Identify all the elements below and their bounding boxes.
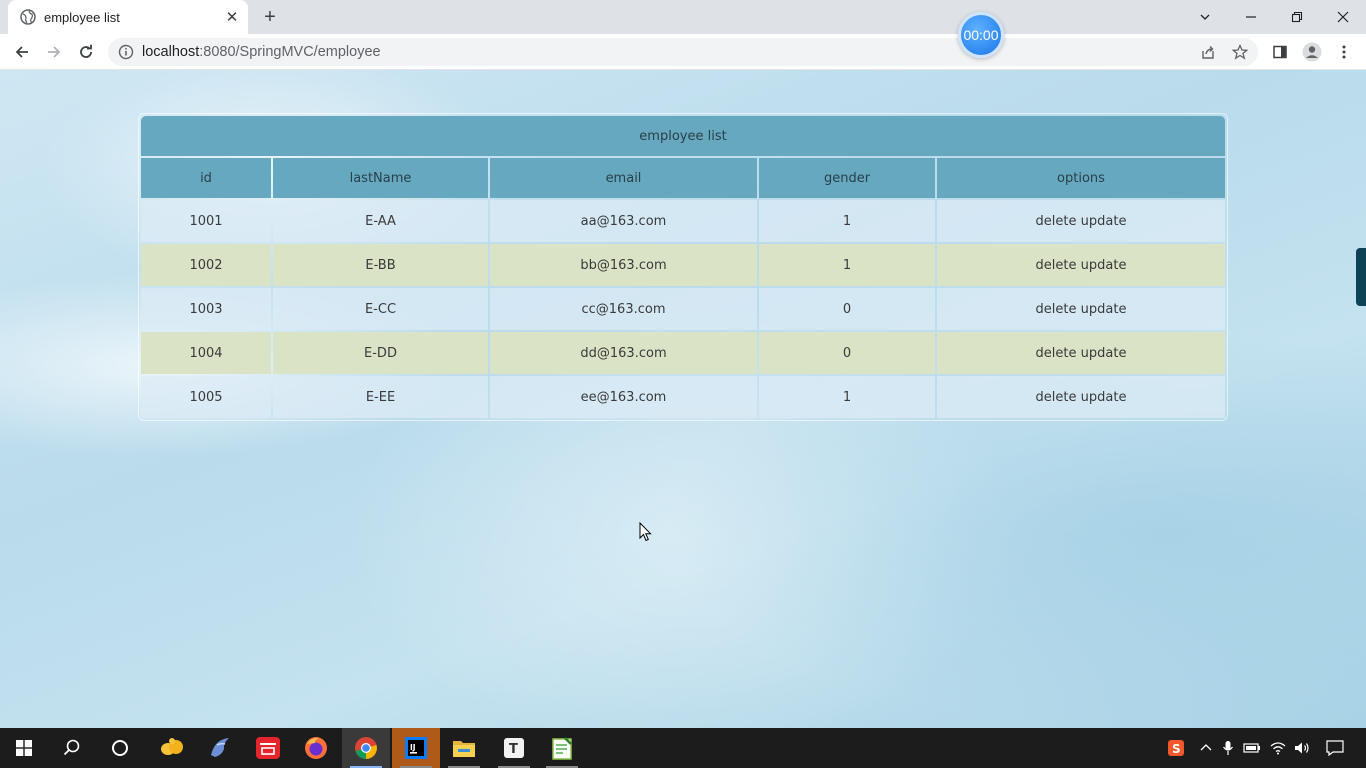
chrome-icon[interactable] — [342, 728, 390, 768]
search-icon[interactable] — [48, 728, 96, 768]
table-row: 1003 E-CC cc@163.com 0 delete update — [141, 288, 1225, 330]
table-row: 1004 E-DD dd@163.com 0 delete update — [141, 332, 1225, 374]
address-bar[interactable]: localhost:8080/SpringMVC/employee — [108, 38, 1258, 66]
side-panel-icon[interactable] — [1268, 40, 1292, 64]
arrow-left-icon — [15, 46, 28, 58]
baidu-netdisk-icon[interactable] — [148, 728, 196, 768]
sogou-input-icon[interactable]: S — [1164, 728, 1188, 768]
cortana-icon[interactable] — [96, 728, 144, 768]
back-button[interactable] — [10, 40, 34, 64]
cell-id: 1005 — [141, 376, 271, 418]
notepad-plus-icon[interactable] — [538, 728, 586, 768]
mouse-cursor-icon — [639, 522, 652, 542]
battery-icon[interactable] — [1240, 728, 1264, 768]
cell-lastname: E-BB — [273, 244, 488, 286]
file-explorer-icon[interactable] — [440, 728, 488, 768]
cell-id: 1001 — [141, 200, 271, 242]
tab-close-icon[interactable]: ✕ — [222, 7, 242, 27]
scrollbar-thumb[interactable] — [1356, 248, 1366, 306]
cell-lastname: E-DD — [273, 332, 488, 374]
cell-email: ee@163.com — [490, 376, 757, 418]
page-content: employee list id lastName email gender o… — [0, 70, 1366, 728]
typora-icon[interactable]: T — [490, 728, 538, 768]
microphone-icon[interactable] — [1216, 728, 1240, 768]
tab-strip: employee list ✕ + — [0, 0, 1366, 34]
column-header-id: id — [141, 158, 271, 198]
table-row: 1005 E-EE ee@163.com 1 delete update — [141, 376, 1225, 418]
cell-email: dd@163.com — [490, 332, 757, 374]
cell-lastname: E-EE — [273, 376, 488, 418]
employee-table: employee list id lastName email gender o… — [138, 113, 1228, 421]
svg-text:IJ: IJ — [410, 743, 416, 752]
browser-tab[interactable]: employee list ✕ — [8, 0, 248, 34]
cell-email: cc@163.com — [490, 288, 757, 330]
cell-lastname: E-CC — [273, 288, 488, 330]
share-icon[interactable] — [1196, 40, 1220, 64]
dolphin-icon[interactable] — [196, 728, 244, 768]
menu-kebab-icon[interactable] — [1332, 40, 1356, 64]
cell-gender: 1 — [759, 376, 935, 418]
windows-start-icon[interactable] — [0, 728, 48, 768]
intellij-idea-icon[interactable]: IJ — [392, 728, 440, 768]
bookmark-star-icon[interactable] — [1228, 40, 1252, 64]
arrow-right-icon — [48, 46, 61, 58]
cell-id: 1002 — [141, 244, 271, 286]
cell-lastname: E-AA — [273, 200, 488, 242]
cell-gender: 1 — [759, 200, 935, 242]
table-row: 1002 E-BB bb@163.com 1 delete update — [141, 244, 1225, 286]
cell-options[interactable]: delete update — [937, 332, 1225, 374]
notification-icon[interactable] — [1322, 728, 1348, 768]
browser-toolbar: localhost:8080/SpringMVC/employee — [0, 34, 1366, 70]
recording-timer[interactable]: 00:00 — [958, 12, 1004, 58]
reload-button[interactable] — [74, 40, 98, 64]
cell-options[interactable]: delete update — [937, 288, 1225, 330]
cell-email: bb@163.com — [490, 244, 757, 286]
column-header-email: email — [490, 158, 757, 198]
volume-icon[interactable] — [1290, 728, 1314, 768]
close-window-button[interactable] — [1320, 0, 1366, 34]
tab-search-icon[interactable] — [1182, 0, 1228, 34]
cell-id: 1004 — [141, 332, 271, 374]
chevron-up-icon[interactable] — [1194, 728, 1218, 768]
svg-text:S: S — [1172, 742, 1181, 756]
profile-avatar-icon[interactable] — [1300, 40, 1324, 64]
tab-title: employee list — [44, 9, 120, 25]
url-text[interactable]: localhost:8080/SpringMVC/employee — [142, 44, 381, 60]
cell-id: 1003 — [141, 288, 271, 330]
cell-options[interactable]: delete update — [937, 376, 1225, 418]
svg-text:T: T — [509, 742, 518, 757]
table-row: 1001 E-AA aa@163.com 1 delete update — [141, 200, 1225, 242]
column-header-gender: gender — [759, 158, 935, 198]
cell-gender: 1 — [759, 244, 935, 286]
globe-icon — [20, 9, 36, 25]
table-title: employee list — [141, 116, 1225, 156]
cell-gender: 0 — [759, 332, 935, 374]
column-header-options: options — [937, 158, 1225, 198]
cell-email: aa@163.com — [490, 200, 757, 242]
cell-gender: 0 — [759, 288, 935, 330]
firefox-icon[interactable] — [292, 728, 340, 768]
youdao-dict-icon[interactable] — [244, 728, 292, 768]
reload-icon — [80, 44, 92, 58]
minimize-button[interactable] — [1228, 0, 1274, 34]
info-icon[interactable] — [118, 44, 134, 60]
network-icon[interactable] — [1266, 728, 1290, 768]
column-header-lastname: lastName — [273, 158, 488, 198]
forward-button[interactable] — [42, 40, 66, 64]
cell-options[interactable]: delete update — [937, 200, 1225, 242]
new-tab-button[interactable]: + — [260, 7, 280, 27]
cell-options[interactable]: delete update — [937, 244, 1225, 286]
restore-button[interactable] — [1274, 0, 1320, 34]
windows-taskbar: IJ T S — [0, 728, 1366, 768]
